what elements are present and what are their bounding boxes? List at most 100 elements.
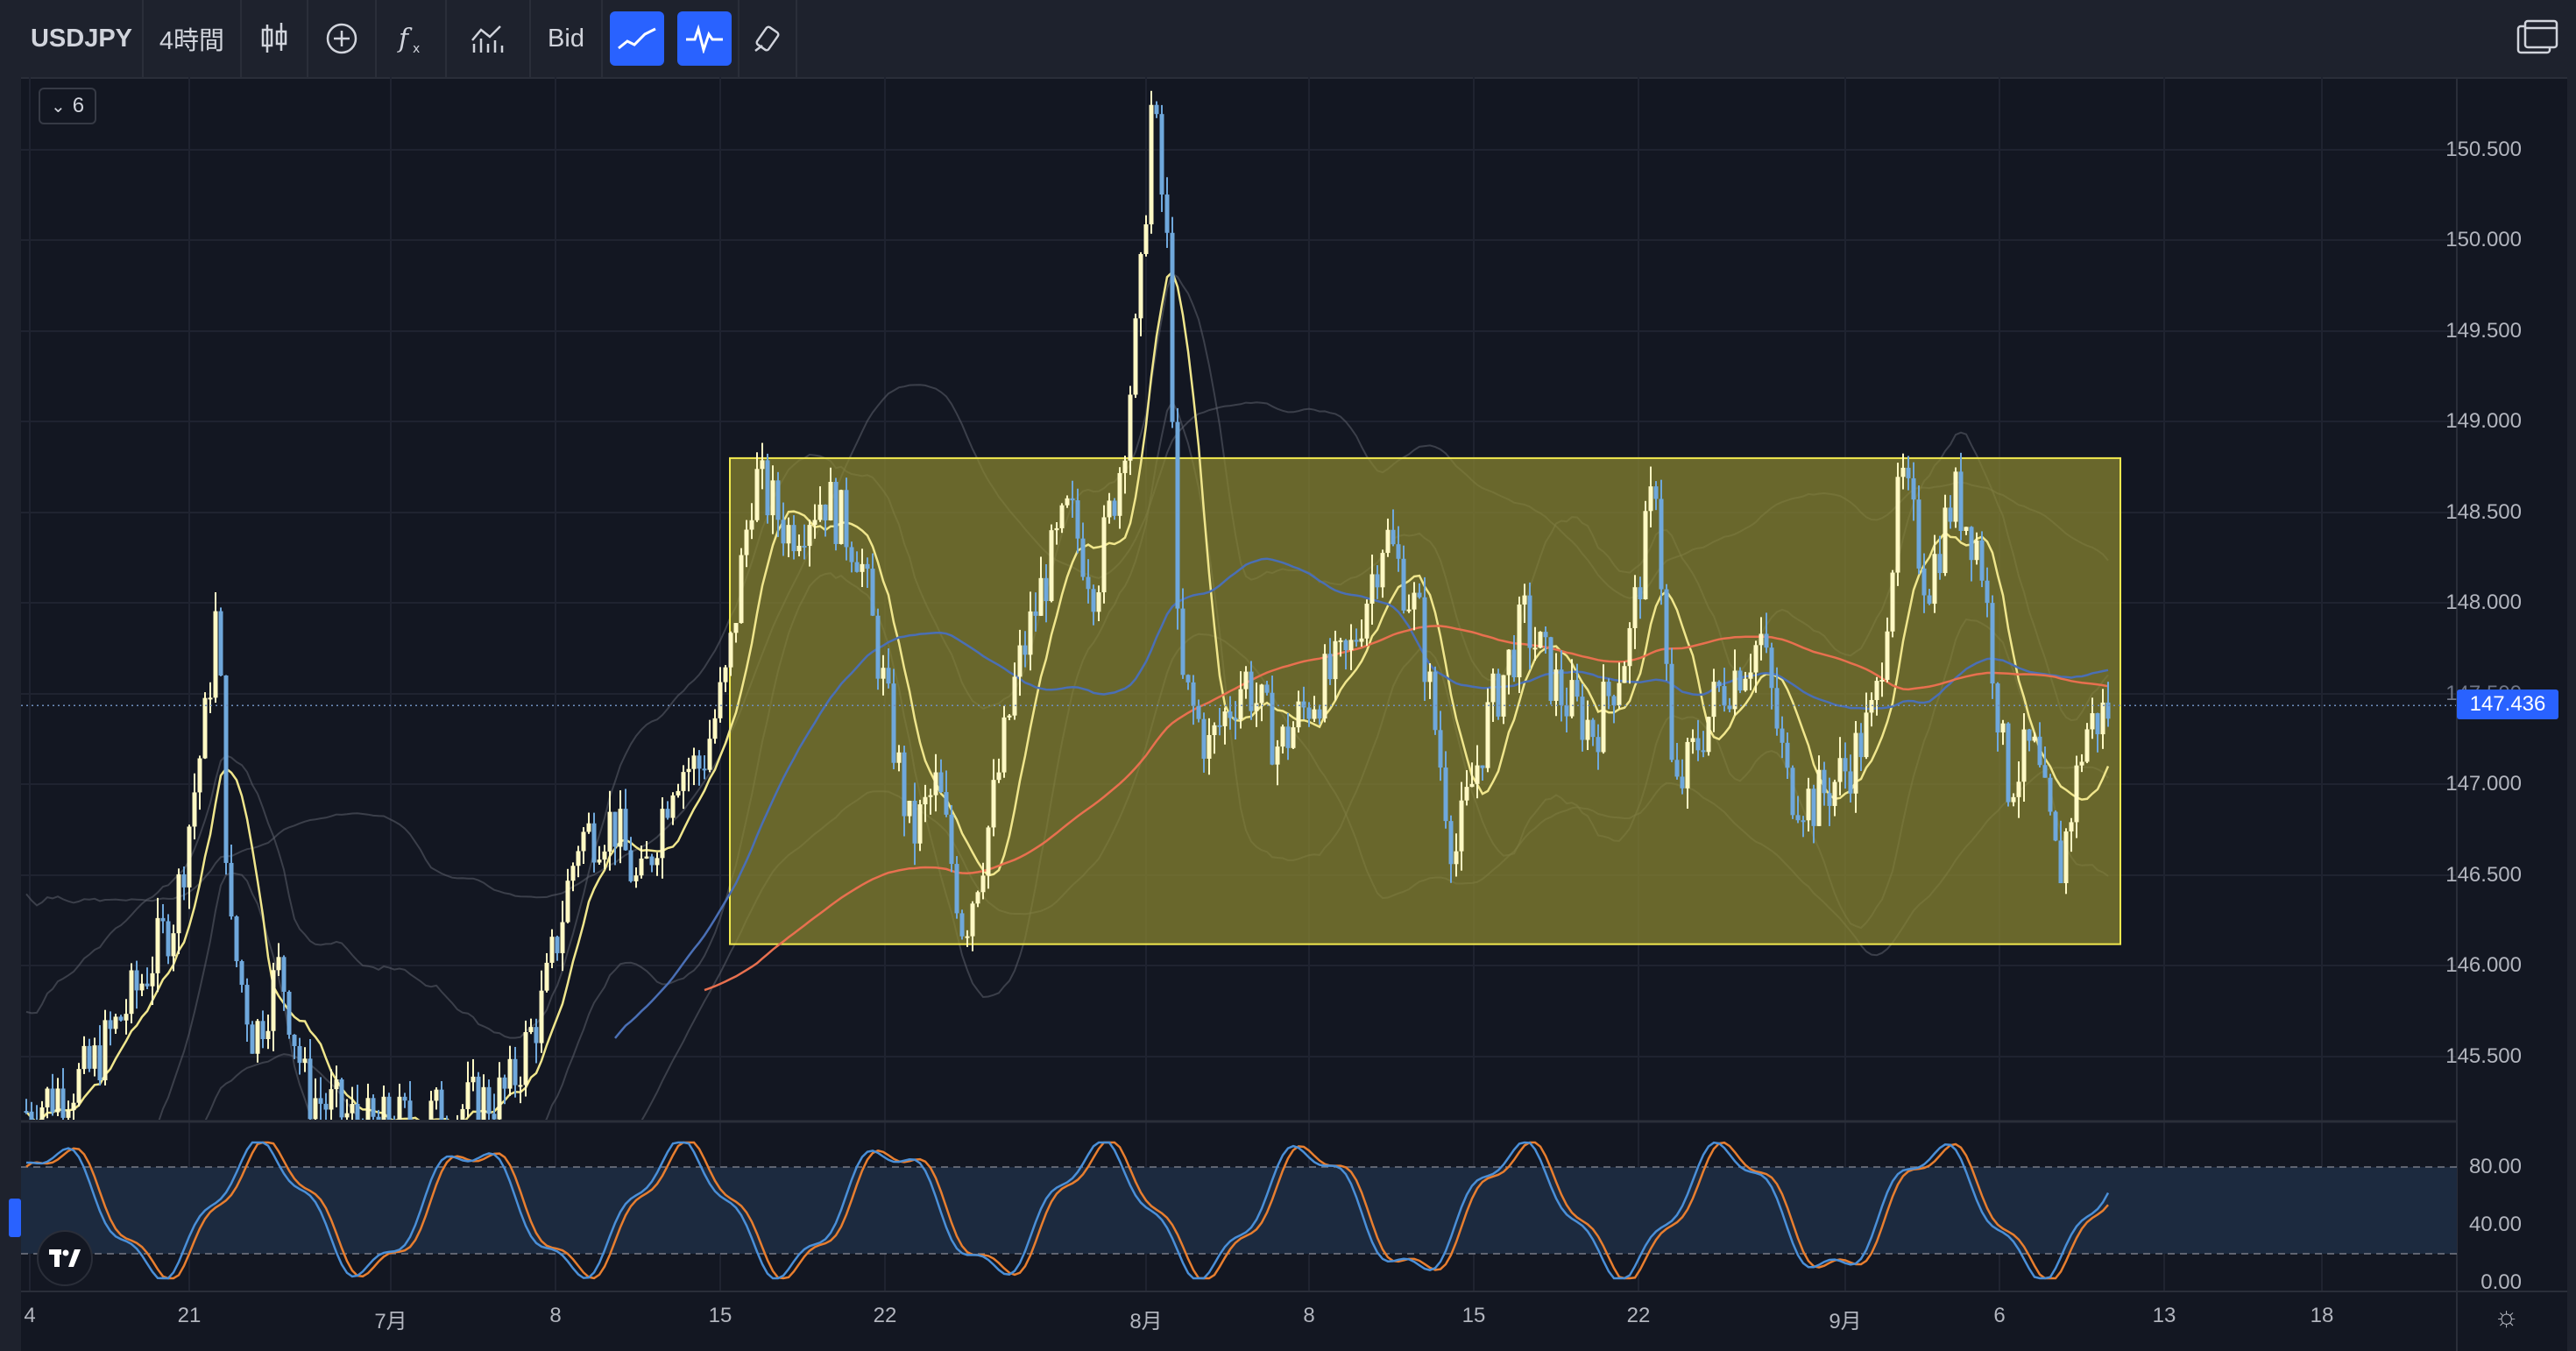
candle-body <box>202 697 208 759</box>
price-label: 146.500 <box>2445 863 2522 887</box>
candle-body <box>2058 840 2063 884</box>
candle-body <box>1506 649 1511 676</box>
candle-body <box>287 992 292 1036</box>
candle-body <box>250 1024 255 1054</box>
candle-body <box>965 936 970 938</box>
candle-body <box>1522 595 1527 605</box>
pane-collapse-handle[interactable] <box>9 1199 21 1237</box>
candle-body <box>581 831 586 852</box>
candle-body <box>1369 574 1375 605</box>
candle-body <box>1953 471 1958 522</box>
candle-body <box>1685 741 1690 789</box>
candle-body <box>1853 732 1858 794</box>
price-label: 148.000 <box>2445 591 2522 614</box>
candle-body <box>1354 640 1359 642</box>
candle-body <box>891 683 896 763</box>
candle-body <box>1217 725 1222 727</box>
candle-body <box>402 1096 407 1101</box>
candle-body <box>1080 538 1086 577</box>
time-label: 18 <box>2310 1304 2334 1327</box>
candle-body <box>1196 705 1201 719</box>
candle-body <box>912 800 917 844</box>
candle-body <box>1075 500 1080 539</box>
candle-body <box>1927 595 1932 605</box>
tradingview-logo-icon <box>49 1249 81 1267</box>
candle-body <box>1012 676 1017 716</box>
candle-body <box>1375 574 1380 588</box>
candle-body <box>1816 769 1822 826</box>
candle-body <box>833 482 839 544</box>
candle-body <box>539 990 544 1043</box>
candle-body <box>1438 730 1443 768</box>
candle-body <box>928 795 933 797</box>
candle-body <box>1722 686 1727 706</box>
time-label: 8 <box>549 1304 562 1327</box>
candle-body <box>959 913 965 937</box>
settings-gear-icon[interactable]: ☼ <box>2494 1300 2519 1333</box>
candle-body <box>1017 645 1023 677</box>
candle-body <box>292 1035 297 1046</box>
osc-label: 0.00 <box>2480 1270 2522 1294</box>
candle-body <box>208 697 213 700</box>
candle-body <box>1333 640 1338 680</box>
candle-body <box>565 881 570 923</box>
candle-body <box>1538 632 1543 648</box>
candle-body <box>1285 726 1291 748</box>
candle-body <box>1301 701 1306 708</box>
tradingview-logo[interactable] <box>37 1230 93 1286</box>
candle-body <box>686 768 691 773</box>
time-label: 22 <box>873 1304 897 1327</box>
candle-body <box>1622 666 1627 683</box>
candle-body <box>192 792 197 827</box>
candle-body <box>1543 632 1548 638</box>
candle-body <box>1222 711 1228 726</box>
candle-body <box>1548 637 1553 701</box>
candle-body <box>1059 505 1065 528</box>
candle-body <box>555 937 560 953</box>
candle-body <box>870 569 875 616</box>
candle-body <box>1811 789 1816 826</box>
candle-body <box>1737 670 1743 691</box>
candle-body <box>465 1082 471 1109</box>
time-label: 4 <box>24 1304 36 1327</box>
candle-body <box>1764 633 1769 648</box>
time-label: 7月 <box>374 1310 407 1333</box>
candle-body <box>1107 500 1112 518</box>
candle-body <box>160 917 166 922</box>
candle-body <box>770 480 775 516</box>
candle-body <box>223 676 229 863</box>
candle-body <box>103 1020 108 1081</box>
candle-body <box>1091 589 1096 612</box>
candle-body <box>618 809 623 847</box>
candle-body <box>1264 684 1270 693</box>
candle-body <box>1559 669 1564 705</box>
candle-body <box>1143 224 1149 254</box>
candle-body <box>92 1045 97 1069</box>
candle-body <box>276 957 281 971</box>
candle-body <box>1464 787 1469 801</box>
candle-body <box>2074 765 2079 823</box>
candle-body <box>1191 682 1196 706</box>
candle-body <box>1932 554 1937 605</box>
candle-body <box>1406 609 1412 612</box>
candle-body <box>1716 682 1722 687</box>
candle-body <box>1007 715 1012 718</box>
candle-body <box>854 562 860 572</box>
candle-body <box>265 1030 271 1040</box>
candle-body <box>676 790 681 796</box>
price-chart[interactable] <box>0 0 2576 1351</box>
candle-body <box>1427 671 1433 683</box>
candle-body <box>229 862 234 917</box>
candle-body <box>760 460 765 470</box>
price-label: 147.000 <box>2445 772 2522 796</box>
price-label: 146.000 <box>2445 953 2522 977</box>
candle-body <box>1101 517 1107 593</box>
candle-body <box>393 1132 397 1141</box>
candle-body <box>938 772 944 793</box>
candle-body <box>623 809 628 851</box>
candle-body <box>1895 477 1900 573</box>
candle-body <box>302 1058 308 1064</box>
candle-body <box>181 874 187 888</box>
candle-body <box>607 811 612 852</box>
legend-toggle-button[interactable]: ⌄ 6 <box>39 88 96 124</box>
